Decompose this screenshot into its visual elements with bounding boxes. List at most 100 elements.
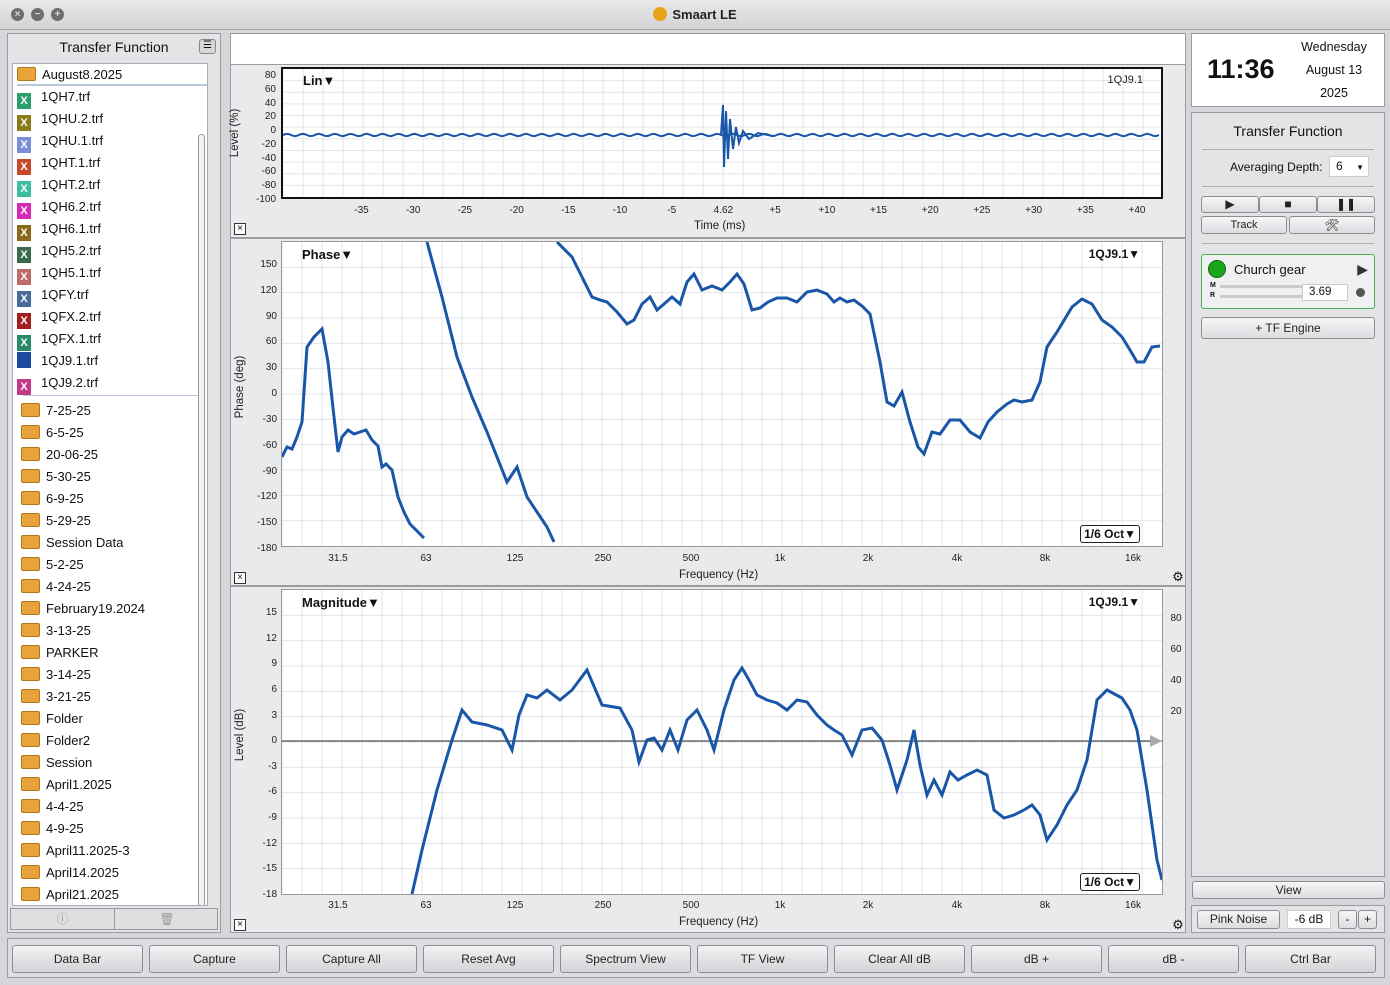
folder-item[interactable]: 4-4-25 bbox=[21, 796, 84, 818]
phase-smoothing-dropdown[interactable]: 1/6 Oct▼ bbox=[1080, 525, 1140, 543]
file-item[interactable]: X 1QHT.2.trf bbox=[17, 174, 100, 197]
folder-item[interactable]: 4-9-25 bbox=[21, 818, 84, 840]
play-button[interactable]: ▶ bbox=[1201, 196, 1259, 213]
engine-status-icon[interactable] bbox=[1208, 260, 1226, 278]
folder-item[interactable]: 7-25-25 bbox=[21, 400, 91, 422]
meter-r-bar bbox=[1220, 295, 1302, 298]
folder-item[interactable]: 5-29-25 bbox=[21, 510, 91, 532]
add-tf-engine-button[interactable]: + TF Engine bbox=[1201, 317, 1375, 339]
folder-item[interactable]: Folder bbox=[21, 708, 83, 730]
file-item[interactable]: 1QJ9.1.trf bbox=[17, 350, 98, 372]
tf-engine-card[interactable]: Church gear ▶ M R 3.69 bbox=[1201, 254, 1375, 309]
file-item[interactable]: X 1QHT.1.trf bbox=[17, 152, 100, 175]
delay-lock-icon[interactable] bbox=[1356, 288, 1365, 297]
file-item[interactable]: X 1QH6.1.trf bbox=[17, 218, 101, 241]
folder-item[interactable]: Session Data bbox=[21, 532, 123, 554]
phase-curve bbox=[425, 242, 556, 543]
folder-icon bbox=[21, 513, 40, 527]
view-button[interactable]: View bbox=[1192, 881, 1385, 899]
noise-level-field[interactable]: -6 dB bbox=[1287, 910, 1331, 929]
folder-item[interactable]: February19.2024 bbox=[21, 598, 145, 620]
folder-icon bbox=[21, 623, 40, 637]
bottom-button[interactable]: Spectrum View bbox=[560, 945, 691, 973]
folder-item[interactable]: 6-5-25 bbox=[21, 422, 84, 444]
file-item[interactable]: X 1QH7.trf bbox=[17, 86, 90, 109]
folder-item[interactable]: 5-30-25 bbox=[21, 466, 91, 488]
bottom-button[interactable]: dB - bbox=[1108, 945, 1239, 973]
impulse-scale-dropdown[interactable]: Lin▼ bbox=[303, 73, 335, 88]
bottom-button[interactable]: Data Bar bbox=[12, 945, 143, 973]
track-button[interactable]: Track bbox=[1201, 216, 1287, 234]
file-icon: X bbox=[17, 291, 31, 307]
stop-button[interactable]: ■ bbox=[1259, 196, 1317, 213]
folder-item[interactable]: Session bbox=[21, 752, 92, 774]
bottom-button[interactable]: Capture bbox=[149, 945, 280, 973]
close-graph-icon[interactable]: × bbox=[234, 223, 246, 235]
pink-noise-button[interactable]: Pink Noise bbox=[1197, 910, 1280, 929]
folder-item[interactable]: PARKER bbox=[21, 642, 99, 664]
file-item[interactable]: X 1QH5.1.trf bbox=[17, 262, 101, 285]
folder-item[interactable]: April21.2025 bbox=[21, 884, 119, 905]
folder-icon bbox=[21, 865, 40, 879]
bottom-button[interactable]: Ctrl Bar bbox=[1245, 945, 1376, 973]
phase-plot-area[interactable]: Phase▼ 1QJ9.1▼ 1/6 Oct▼ bbox=[281, 241, 1163, 547]
magnitude-trace-dropdown[interactable]: 1QJ9.1▼ bbox=[1089, 595, 1140, 609]
folder-icon bbox=[21, 557, 40, 571]
bottom-button[interactable]: Reset Avg bbox=[423, 945, 554, 973]
x-tick-label: 8k bbox=[1039, 900, 1051, 911]
folder-item[interactable]: 20-06-25 bbox=[21, 444, 98, 466]
info-icon[interactable]: ⓘ bbox=[11, 909, 115, 929]
folder-item[interactable]: 6-9-25 bbox=[21, 488, 84, 510]
pause-button[interactable]: ❚❚ bbox=[1317, 196, 1375, 213]
folder-item[interactable]: 3-14-25 bbox=[21, 664, 91, 686]
tools-icon[interactable]: 🛠 bbox=[1289, 216, 1375, 234]
bottom-button[interactable]: Clear All dB bbox=[834, 945, 965, 973]
delay-field[interactable]: 3.69 bbox=[1302, 284, 1348, 301]
folder-name: PARKER bbox=[46, 645, 99, 660]
level-plus-button[interactable]: + bbox=[1358, 910, 1377, 929]
file-item[interactable]: X 1QH6.2.trf bbox=[17, 196, 101, 219]
x-tick-label: -15 bbox=[561, 205, 576, 216]
file-item[interactable]: X 1QFX.2.trf bbox=[17, 306, 101, 329]
file-tree-scrollbar[interactable] bbox=[196, 124, 206, 905]
data-bar bbox=[230, 33, 1186, 65]
level-minus-button[interactable]: - bbox=[1338, 910, 1357, 929]
file-item[interactable]: X 1QJ9.2.trf bbox=[17, 372, 98, 395]
impulse-plot-area[interactable]: Lin▼ 1QJ9.1 bbox=[281, 67, 1163, 199]
folder-item[interactable]: 3-21-25 bbox=[21, 686, 91, 708]
bottom-button[interactable]: TF View bbox=[697, 945, 828, 973]
file-item[interactable]: X 1QFX.1.trf bbox=[17, 328, 101, 351]
phase-trace-dropdown[interactable]: 1QJ9.1▼ bbox=[1089, 247, 1140, 261]
transfer-function-control-panel: Transfer Function Averaging Depth: 6 ▼ ▶ … bbox=[1191, 112, 1385, 877]
folder-item[interactable]: April1.2025 bbox=[21, 774, 112, 796]
folder-item[interactable]: April11.2025-3 bbox=[21, 840, 130, 862]
file-item[interactable]: X 1QFY.trf bbox=[17, 284, 88, 307]
file-item[interactable]: X 1QHU.1.trf bbox=[17, 130, 103, 153]
averaging-select[interactable]: 6 ▼ bbox=[1329, 156, 1369, 177]
bottom-button[interactable]: Capture All bbox=[286, 945, 417, 973]
gear-icon[interactable]: ⚙ bbox=[1171, 918, 1185, 932]
magnitude-plot-area[interactable]: Magnitude▼ 1QJ9.1▼ 1/6 Oct▼ bbox=[281, 589, 1163, 895]
close-graph-icon[interactable]: × bbox=[234, 572, 246, 584]
folder-item[interactable]: 5-2-25 bbox=[21, 554, 84, 576]
play-engine-icon[interactable]: ▶ bbox=[1357, 261, 1368, 278]
folder-item[interactable]: Folder2 bbox=[21, 730, 90, 752]
panel-menu-icon[interactable]: ☰ bbox=[199, 39, 216, 54]
scrollbar-thumb[interactable] bbox=[198, 134, 205, 905]
open-folder-row[interactable]: August8.2025 bbox=[17, 64, 207, 86]
file-item[interactable]: X 1QHU.2.trf bbox=[17, 108, 103, 131]
magnitude-mode-dropdown[interactable]: Magnitude▼ bbox=[302, 595, 380, 610]
phase-mode-dropdown[interactable]: Phase▼ bbox=[302, 247, 353, 262]
file-item[interactable]: X 1QH5.2.trf bbox=[17, 240, 101, 263]
panel-footer: ⓘ 🗑 bbox=[10, 908, 218, 930]
folder-item[interactable]: 4-24-25 bbox=[21, 576, 91, 598]
close-graph-icon[interactable]: × bbox=[234, 919, 246, 931]
bottom-button[interactable]: dB + bbox=[971, 945, 1102, 973]
folder-item[interactable]: 3-13-25 bbox=[21, 620, 91, 642]
gear-icon[interactable]: ⚙ bbox=[1171, 570, 1185, 584]
magnitude-smoothing-dropdown[interactable]: 1/6 Oct▼ bbox=[1080, 873, 1140, 891]
trash-icon[interactable]: 🗑 bbox=[115, 909, 219, 929]
folder-item[interactable]: April14.2025 bbox=[21, 862, 119, 884]
folder-name: 3-14-25 bbox=[46, 667, 91, 682]
impulse-trace-name: 1QJ9.1 bbox=[1107, 74, 1143, 86]
